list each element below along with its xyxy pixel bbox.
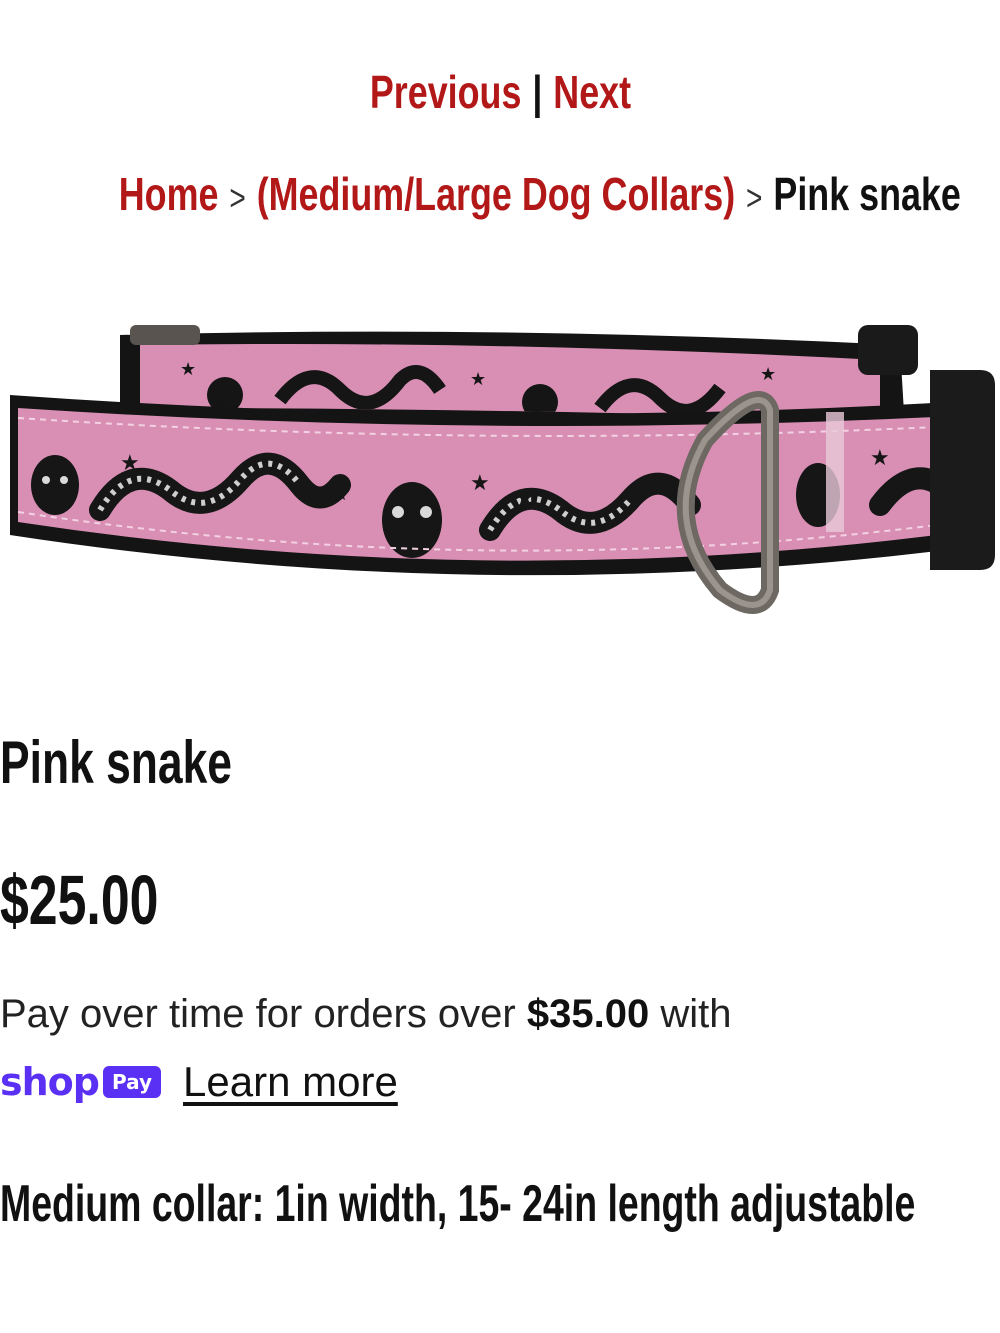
breadcrumb-category-link[interactable]: (Medium/Large Dog Collars) — [257, 168, 735, 220]
breadcrumb-separator: > — [229, 177, 246, 218]
svg-text:★: ★ — [760, 364, 776, 385]
installments-threshold: $35.00 — [526, 992, 650, 1036]
svg-text:★: ★ — [470, 471, 490, 496]
pager-separator: | — [531, 66, 542, 118]
shop-pay-row: shop Pay Learn more — [0, 1052, 398, 1112]
svg-text:★: ★ — [120, 451, 140, 476]
product-description: Medium collar: 1in width, 15- 24in lengt… — [0, 1172, 1000, 1236]
installments-text-after: with — [649, 992, 732, 1036]
next-link[interactable]: Next — [553, 66, 631, 118]
svg-text:★: ★ — [180, 359, 196, 380]
product-price-text: $25.00 — [0, 861, 159, 939]
product-description-text: Medium collar: 1in width, 15- 24in lengt… — [0, 1175, 916, 1233]
installments-text-before: Pay over time for orders over — [0, 992, 527, 1036]
dog-collar-image: ★ ★ ★ ★ ★★ ★ ★ ★ — [10, 325, 995, 614]
svg-text:★: ★ — [515, 486, 535, 511]
svg-text:★: ★ — [870, 446, 890, 471]
product-title: Pink snake — [0, 728, 314, 798]
breadcrumb-separator: > — [746, 177, 763, 218]
svg-text:★: ★ — [470, 369, 486, 390]
breadcrumb-home-link[interactable]: Home — [119, 168, 219, 220]
product-image[interactable]: ★ ★ ★ ★ ★ ★ ★ ★ ★ — [0, 290, 1000, 670]
svg-text:★: ★ — [330, 481, 350, 506]
breadcrumb: Home > (Medium/Large Dog Collars) > Pink sna… — [0, 164, 1000, 228]
shop-pay-badge: Pay — [102, 1066, 162, 1098]
shop-pay-installments: Pay over time for orders over $35.00 wit… — [0, 986, 1000, 1042]
learn-more-link[interactable]: Learn more — [183, 1058, 398, 1106]
product-title-text: Pink snake — [0, 729, 233, 796]
previous-link[interactable]: Previous — [369, 66, 521, 118]
product-price: $25.00 — [0, 860, 214, 940]
product-pager: Previous | Next — [0, 62, 1000, 122]
shop-pay-logo: shop — [0, 1060, 100, 1104]
breadcrumb-current: Pink snake — [773, 168, 961, 220]
